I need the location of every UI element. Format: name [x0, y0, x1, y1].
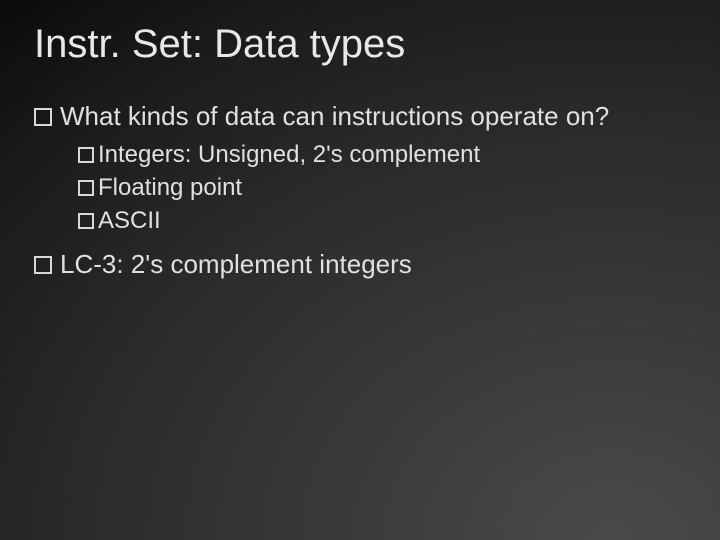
bullet-level2: Integers: Unsigned, 2's complement — [78, 139, 680, 170]
slide-body: What kinds of data can instructions oper… — [34, 100, 680, 287]
square-bullet-icon — [34, 108, 52, 126]
square-bullet-icon — [34, 256, 52, 274]
slide-title: Instr. Set: Data types — [34, 22, 405, 67]
bullet-level1: LC-3: 2's complement integers — [34, 248, 680, 281]
bullet-text: ASCII — [98, 205, 161, 236]
square-bullet-icon — [78, 147, 94, 163]
bullet-level1: What kinds of data can instructions oper… — [34, 100, 680, 133]
bullet-text: Floating point — [98, 172, 242, 203]
spacer — [34, 238, 680, 248]
bullet-text: Integers: Unsigned, 2's complement — [98, 139, 480, 170]
square-bullet-icon — [78, 180, 94, 196]
bullet-level2: Floating point — [78, 172, 680, 203]
slide: Instr. Set: Data types What kinds of dat… — [0, 0, 720, 540]
bullet-text: LC-3: 2's complement integers — [60, 248, 412, 281]
square-bullet-icon — [78, 213, 94, 229]
bullet-text: What kinds of data can instructions oper… — [60, 100, 609, 133]
bullet-level2: ASCII — [78, 205, 680, 236]
